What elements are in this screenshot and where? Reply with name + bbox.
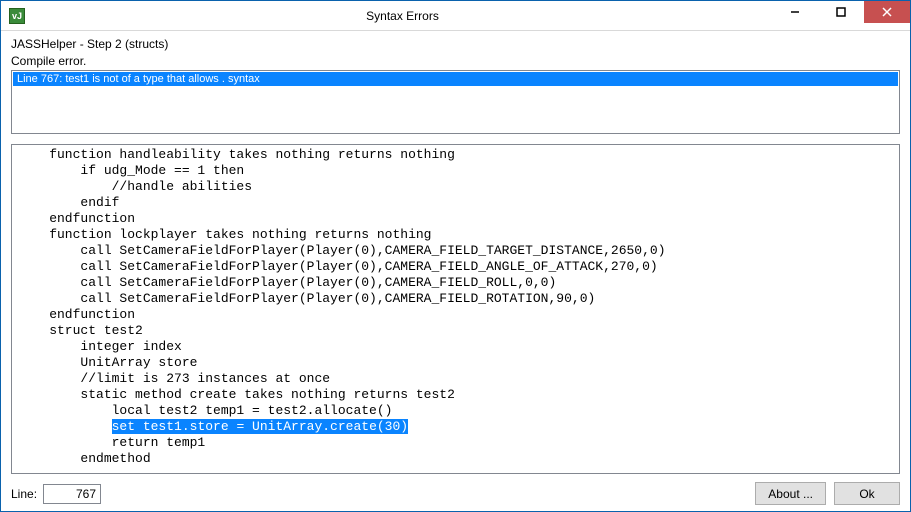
minimize-button[interactable] xyxy=(772,1,818,23)
error-list[interactable]: Line 767: test1 is not of a type that al… xyxy=(11,70,900,134)
line-label: Line: xyxy=(11,487,37,501)
code-line[interactable]: call SetCameraFieldForPlayer(Player(0),C… xyxy=(12,291,899,307)
code-line[interactable]: local test2 temp1 = test2.allocate() xyxy=(12,403,899,419)
code-line[interactable]: integer index xyxy=(12,339,899,355)
code-line[interactable]: call SetCameraFieldForPlayer(Player(0),C… xyxy=(12,243,899,259)
line-number-box[interactable]: 767 xyxy=(43,484,101,504)
app-icon: vJ xyxy=(9,8,25,24)
code-area[interactable]: function handleability takes nothing ret… xyxy=(12,145,899,473)
code-line[interactable]: endfunction xyxy=(12,307,899,323)
code-line[interactable]: call SetCameraFieldForPlayer(Player(0),C… xyxy=(12,275,899,291)
compile-error-label: Compile error. xyxy=(11,54,900,68)
code-line[interactable]: function handleability takes nothing ret… xyxy=(12,147,899,163)
client-area: JASSHelper - Step 2 (structs) Compile er… xyxy=(1,31,910,511)
code-panel: function handleability takes nothing ret… xyxy=(11,144,900,474)
titlebar[interactable]: vJ Syntax Errors xyxy=(1,1,910,31)
error-item[interactable]: Line 767: test1 is not of a type that al… xyxy=(13,72,898,86)
code-line[interactable]: call SetCameraFieldForPlayer(Player(0),C… xyxy=(12,259,899,275)
code-line[interactable]: function lockplayer takes nothing return… xyxy=(12,227,899,243)
close-button[interactable] xyxy=(864,1,910,23)
footer: Line: 767 About ... Ok xyxy=(11,474,900,505)
code-line[interactable]: //handle abilities xyxy=(12,179,899,195)
window-controls xyxy=(772,1,910,30)
code-line[interactable]: endmethod xyxy=(12,451,899,467)
code-line[interactable]: return temp1 xyxy=(12,435,899,451)
window-title: Syntax Errors xyxy=(33,9,772,23)
code-line[interactable]: UnitArray store xyxy=(12,355,899,371)
code-line[interactable]: if udg_Mode == 1 then xyxy=(12,163,899,179)
code-line[interactable]: //limit is 273 instances at once xyxy=(12,371,899,387)
code-line[interactable]: endfunction xyxy=(12,211,899,227)
step-label: JASSHelper - Step 2 (structs) xyxy=(11,37,900,51)
syntax-errors-window: vJ Syntax Errors JASSHelper - Step 2 (st… xyxy=(0,0,911,512)
code-line[interactable]: struct test2 xyxy=(12,323,899,339)
code-line[interactable]: static method create takes nothing retur… xyxy=(12,387,899,403)
ok-button[interactable]: Ok xyxy=(834,482,900,505)
highlighted-span: set test1.store = UnitArray.create(30) xyxy=(112,419,408,434)
code-line-highlighted[interactable]: set test1.store = UnitArray.create(30) xyxy=(12,419,899,435)
about-button[interactable]: About ... xyxy=(755,482,826,505)
maximize-button[interactable] xyxy=(818,1,864,23)
code-line[interactable]: endif xyxy=(12,195,899,211)
